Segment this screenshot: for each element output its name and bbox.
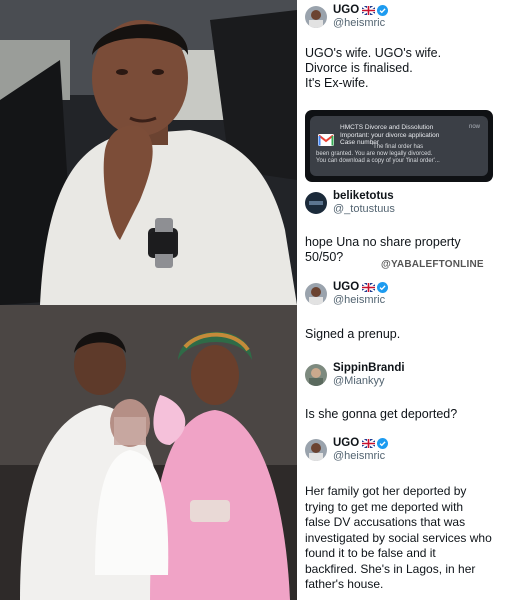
tweet-thread: UGO @heismric UGO's wife. UGO's wife. Di…	[297, 0, 507, 600]
photo-family-image	[0, 305, 297, 600]
avatar[interactable]	[305, 364, 327, 386]
notification-line: 'The final order has	[372, 144, 424, 150]
notification-sender: HMCTS Divorce and Dissolution	[340, 124, 434, 131]
photo-man-in-car	[0, 0, 297, 305]
uk-flag-icon	[362, 6, 376, 15]
display-name: beliketotus	[333, 190, 394, 202]
avatar-image	[305, 192, 327, 214]
notification-body: 'The final order has been granted. You a…	[316, 144, 482, 166]
notification-card: HMCTS Divorce and Dissolution Important:…	[310, 116, 488, 176]
verified-badge-icon	[377, 5, 389, 16]
uk-flag-icon	[362, 439, 376, 448]
tweet-line: investigated by social services who	[305, 530, 492, 545]
tweet-line: Her family got her deported by	[305, 484, 467, 498]
tweet-text-5: Her family got her deported by trying to…	[305, 484, 505, 593]
tweet-line: false DV accusations that was	[305, 515, 466, 529]
tweet-author-ugo-2[interactable]: UGO @heismric	[305, 281, 389, 307]
avatar[interactable]	[305, 6, 327, 28]
divorce-notification-screenshot: HMCTS Divorce and Dissolution Important:…	[305, 110, 493, 182]
handle: @_totustuus	[333, 203, 395, 215]
display-name: UGO	[333, 281, 360, 293]
verified-badge-icon	[377, 282, 389, 293]
tweet-line: backfired. She's in Lagos, in her	[305, 561, 476, 576]
avatar[interactable]	[305, 192, 327, 214]
tweet-line: found it to be false and it	[305, 546, 436, 560]
photo-family	[0, 305, 297, 600]
tweet-line: Signed a prenup.	[305, 327, 401, 341]
handle: @heismric	[333, 17, 386, 29]
watermark: @YABALEFTONLINE	[381, 259, 484, 270]
notification-time: now	[468, 124, 480, 130]
photo-man-in-car-image	[0, 0, 297, 305]
tweet-line: It's Ex-wife.	[305, 76, 369, 90]
avatar-image	[305, 6, 327, 28]
tweet-line: trying to get me deported with	[305, 499, 464, 514]
tweet-text-4: Is she gonna get deported?	[305, 407, 505, 422]
tweet-line: UGO's wife. UGO's wife.	[305, 46, 442, 60]
avatar-image	[305, 439, 327, 461]
display-name: UGO	[333, 437, 360, 449]
tweet-author-sippinbrandi[interactable]: SippinBrandi @Miankyy	[305, 362, 405, 388]
display-name: UGO	[333, 4, 360, 16]
handle: @heismric	[333, 450, 386, 462]
tweet-author-ugo-3[interactable]: UGO @heismric	[305, 437, 389, 463]
avatar-image	[305, 364, 327, 386]
notification-line: been granted. You are now legally divorc…	[316, 151, 433, 158]
handle: @Miankyy	[333, 375, 385, 387]
notification-subject: Important: your divorce application	[340, 131, 440, 139]
tweet-line: Is she gonna get deported?	[305, 407, 458, 421]
tweet-author-beliketotus[interactable]: beliketotus @_totustuus	[305, 190, 395, 216]
verified-badge-icon	[377, 438, 389, 449]
avatar[interactable]	[305, 283, 327, 305]
avatar-image	[305, 283, 327, 305]
avatar[interactable]	[305, 439, 327, 461]
tweet-author-ugo-1[interactable]: UGO @heismric	[305, 4, 389, 30]
uk-flag-icon	[362, 283, 376, 292]
tweet-line: Divorce is finalised.	[305, 61, 413, 75]
tweet-text-3: Signed a prenup.	[305, 327, 505, 342]
tweet-line: father's house.	[305, 577, 384, 591]
handle: @heismric	[333, 294, 386, 306]
display-name: SippinBrandi	[333, 362, 405, 374]
tweet-line: hope Una no share property	[305, 235, 461, 249]
tweet-text-1: UGO's wife. UGO's wife. Divorce is final…	[305, 46, 505, 91]
notification-line: You can download a copy of your 'final o…	[316, 158, 440, 165]
